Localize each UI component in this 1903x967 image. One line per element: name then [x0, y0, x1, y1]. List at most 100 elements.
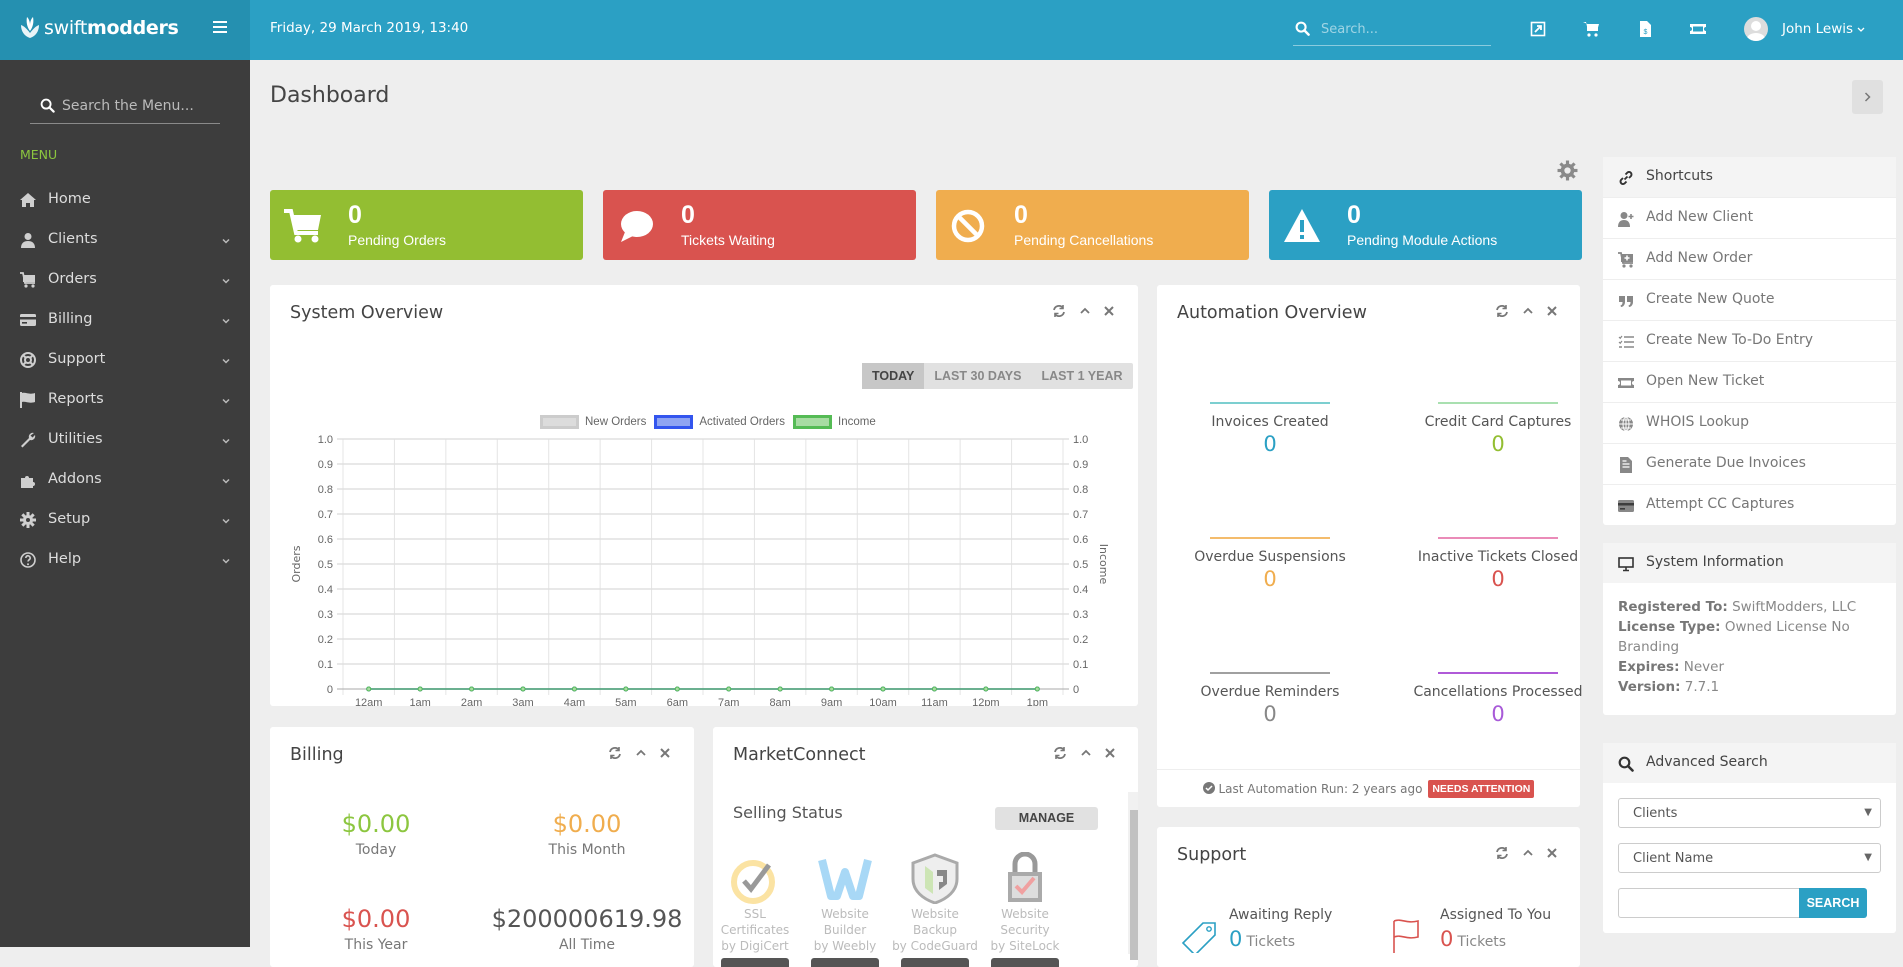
toggle-right-panel-button[interactable] — [1852, 80, 1883, 114]
sidebar-item-addons[interactable]: Addons — [0, 460, 250, 500]
product-vendor: by CodeGuard — [892, 939, 978, 953]
invoice-icon[interactable]: $ — [1637, 21, 1653, 37]
legend-label[interactable]: Income — [838, 416, 876, 428]
data-point — [417, 686, 423, 692]
ticket-icon[interactable] — [1690, 21, 1706, 37]
shortcut-generate-due-invoices[interactable]: Generate Due Invoices — [1603, 443, 1896, 484]
collapse-icon[interactable] — [1521, 303, 1535, 317]
product-sitelock[interactable]: Website Security by SiteLock — [980, 851, 1070, 967]
sidebar-item-label: Support — [48, 351, 106, 367]
automation-overdue-reminders[interactable]: Overdue Reminders 0 — [1160, 672, 1380, 726]
awaiting-reply-value: 0 — [1229, 927, 1243, 951]
selling-status-heading: Selling Status — [733, 803, 843, 822]
registered-to-label: Registered To: — [1618, 599, 1728, 615]
legend-swatch[interactable] — [793, 415, 833, 429]
sidebar-item-clients[interactable]: Clients — [0, 220, 250, 260]
automation-overdue-suspensions[interactable]: Overdue Suspensions 0 — [1160, 537, 1380, 591]
logo[interactable]: swiftmodders — [20, 16, 179, 39]
automation-cancellations-processed[interactable]: Cancellations Processed 0 — [1388, 672, 1608, 726]
wrench-icon — [20, 432, 36, 448]
menu-heading: MENU — [20, 147, 58, 162]
legend-label[interactable]: New Orders — [585, 416, 646, 428]
refresh-icon[interactable] — [1495, 845, 1509, 859]
product-status-button[interactable] — [901, 958, 969, 967]
range-today[interactable]: TODAY — [862, 363, 925, 389]
product-digicert[interactable]: SSL Certificates by DigiCert — [713, 852, 800, 967]
sidebar-item-billing[interactable]: Billing — [0, 300, 250, 340]
sidebar-item-support[interactable]: Support — [0, 340, 250, 380]
collapse-icon[interactable] — [1078, 303, 1092, 317]
shortcut-open-new-ticket[interactable]: Open New Ticket — [1603, 361, 1896, 402]
close-icon[interactable] — [1545, 303, 1559, 317]
data-point — [469, 686, 475, 692]
stat-tickets-waiting[interactable]: 0 Tickets Waiting — [603, 190, 916, 260]
widget-settings-icon[interactable] — [1557, 160, 1578, 181]
advanced-search-box: Advanced Search Clients ▼ Client Name ▼ SE… — [1603, 743, 1896, 933]
sidebar-item-setup[interactable]: Setup — [0, 500, 250, 540]
range-last-1-year[interactable]: LAST 1 YEAR — [1031, 363, 1132, 389]
search-type-select[interactable]: Clients ▼ — [1618, 798, 1881, 828]
advanced-search-header: Advanced Search — [1603, 743, 1896, 783]
scrollbar[interactable] — [1128, 792, 1138, 960]
x-tick-label: 12pm — [972, 697, 1000, 706]
menu-toggle-button[interactable] — [213, 21, 227, 35]
awaiting-reply-unit: Tickets — [1246, 934, 1296, 950]
sidebar-item-home[interactable]: Home — [0, 180, 250, 220]
product-status-button[interactable] — [811, 958, 879, 967]
x-tick-label: 10am — [869, 697, 897, 706]
range-selector: TODAY LAST 30 DAYS LAST 1 YEAR — [862, 363, 1133, 389]
shortcut-whois-lookup[interactable]: WHOIS Lookup — [1603, 402, 1896, 443]
sidebar-item-help[interactable]: Help — [0, 540, 250, 580]
collapse-icon[interactable] — [634, 745, 648, 759]
legend-label[interactable]: Activated Orders — [699, 416, 785, 428]
legend-swatch[interactable] — [540, 415, 579, 429]
stat-pending-orders[interactable]: 0 Pending Orders — [270, 190, 583, 260]
refresh-icon[interactable] — [1495, 303, 1509, 317]
menu-search-input[interactable] — [62, 94, 212, 118]
refresh-icon[interactable] — [1052, 303, 1066, 317]
system-information-header: System Information — [1603, 543, 1896, 583]
product-status-button[interactable] — [991, 958, 1059, 967]
shortcut-create-new-to-do-entry[interactable]: Create New To-Do Entry — [1603, 320, 1896, 361]
data-point — [520, 686, 526, 692]
cart-icon[interactable] — [1583, 21, 1599, 37]
x-tick-label: 9am — [821, 697, 842, 706]
close-icon[interactable] — [1545, 845, 1559, 859]
close-icon[interactable] — [1103, 745, 1117, 759]
product-status-button[interactable] — [721, 958, 789, 967]
legend-swatch[interactable] — [654, 415, 694, 429]
refresh-icon[interactable] — [608, 745, 622, 759]
refresh-icon[interactable] — [1053, 745, 1067, 759]
close-icon[interactable] — [1102, 303, 1116, 317]
product-codeguard[interactable]: Website Backup by CodeGuard — [890, 852, 980, 967]
sidebar-item-reports[interactable]: Reports — [0, 380, 250, 420]
product-weebly[interactable]: Website Builder by Weebly — [800, 852, 890, 967]
external-link-icon[interactable] — [1530, 21, 1546, 37]
shortcut-attempt-cc-captures[interactable]: Attempt CC Captures — [1603, 484, 1896, 525]
shortcut-create-new-quote[interactable]: Create New Quote — [1603, 279, 1896, 320]
search-query-input[interactable] — [1618, 888, 1800, 918]
stat-pending-module-actions[interactable]: 0 Pending Module Actions — [1269, 190, 1582, 260]
search-button[interactable]: SEARCH — [1799, 888, 1867, 918]
automation-credit-card-captures[interactable]: Credit Card Captures 0 — [1388, 402, 1608, 456]
warning-icon — [1283, 208, 1321, 244]
awaiting-reply-label: Awaiting Reply — [1229, 907, 1333, 923]
search-field-select[interactable]: Client Name ▼ — [1618, 843, 1881, 873]
sidebar-item-utilities[interactable]: Utilities — [0, 420, 250, 460]
globe-icon — [1618, 416, 1634, 432]
scrollbar-thumb[interactable] — [1130, 810, 1138, 960]
shortcut-add-new-client[interactable]: Add New Client — [1603, 197, 1896, 238]
credit-card-icon — [1618, 498, 1634, 514]
global-search-input[interactable] — [1321, 18, 1481, 40]
shortcut-add-new-order[interactable]: Add New Order — [1603, 238, 1896, 279]
range-last-30-days[interactable]: LAST 30 DAYS — [924, 363, 1031, 389]
close-icon[interactable] — [658, 745, 672, 759]
stat-pending-cancellations[interactable]: 0 Pending Cancellations — [936, 190, 1249, 260]
sidebar-item-label: Orders — [48, 271, 97, 287]
collapse-icon[interactable] — [1079, 745, 1093, 759]
manage-button[interactable]: MANAGE — [995, 807, 1098, 830]
sidebar-item-orders[interactable]: Orders — [0, 260, 250, 300]
automation-invoices-created[interactable]: Invoices Created 0 — [1160, 402, 1380, 456]
automation-inactive-tickets-closed[interactable]: Inactive Tickets Closed 0 — [1388, 537, 1608, 591]
collapse-icon[interactable] — [1521, 845, 1535, 859]
